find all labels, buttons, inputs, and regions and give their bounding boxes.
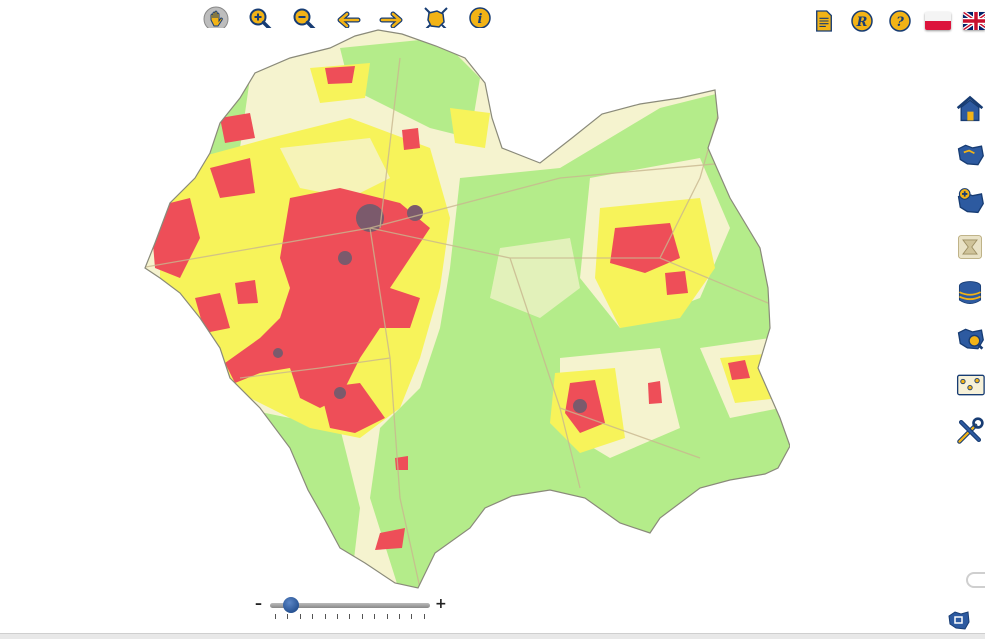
zoom-tick [337, 614, 339, 619]
region-search-icon [957, 328, 984, 350]
zoom-tick [386, 614, 388, 619]
uk-flag-icon[interactable] [963, 12, 985, 30]
toggle-icon[interactable] [965, 571, 985, 589]
database-icon [958, 281, 982, 305]
help-button[interactable]: ? [887, 8, 913, 34]
overview-map-icon[interactable] [947, 608, 971, 632]
region-search-button[interactable] [955, 322, 985, 356]
polish-flag-icon[interactable] [925, 12, 951, 30]
info-glyph: i [478, 12, 483, 27]
region-add-button[interactable] [955, 184, 985, 218]
right-sidebar [955, 92, 985, 448]
zoom-tick [374, 614, 376, 619]
zoom-slider[interactable]: – + [255, 596, 450, 624]
legend-button[interactable] [811, 8, 837, 34]
map-view[interactable] [140, 28, 791, 593]
zoom-thumb[interactable] [282, 597, 299, 613]
tools-icon [957, 417, 984, 444]
zoom-tick [287, 614, 289, 619]
zoom-tick [312, 614, 314, 619]
zoom-ticks [275, 614, 425, 620]
zoom-minus-button[interactable]: – [255, 596, 262, 612]
zoom-tick [411, 614, 413, 619]
status-bar [0, 633, 985, 639]
home-icon [956, 95, 984, 122]
zoom-tick [299, 614, 301, 619]
points-icon [956, 374, 985, 396]
region-button[interactable] [955, 138, 985, 172]
help-icon: ? [889, 10, 911, 32]
database-button[interactable] [955, 276, 985, 310]
top-right-controls: R ? [811, 8, 985, 34]
zoom-tick [275, 614, 276, 619]
zoom-tick [399, 614, 401, 619]
layers-button[interactable] [955, 230, 985, 264]
zoom-plus-button[interactable]: + [435, 596, 447, 612]
document-icon [816, 10, 832, 32]
zoom-tick [349, 614, 351, 619]
region-add-icon [957, 188, 984, 214]
r-button[interactable]: R [849, 8, 875, 34]
layers-icon [958, 235, 982, 259]
zoom-tick [423, 614, 425, 619]
help-glyph: ? [896, 15, 904, 30]
r-glyph: R [856, 15, 868, 30]
r-circle-icon: R [851, 10, 873, 32]
region-icon [957, 144, 984, 166]
zoom-tick [361, 614, 363, 619]
noise-map[interactable] [140, 28, 791, 593]
zoom-tick [324, 614, 326, 619]
tools-button[interactable] [955, 414, 985, 448]
home-button[interactable] [955, 92, 985, 126]
points-button[interactable] [955, 368, 985, 402]
